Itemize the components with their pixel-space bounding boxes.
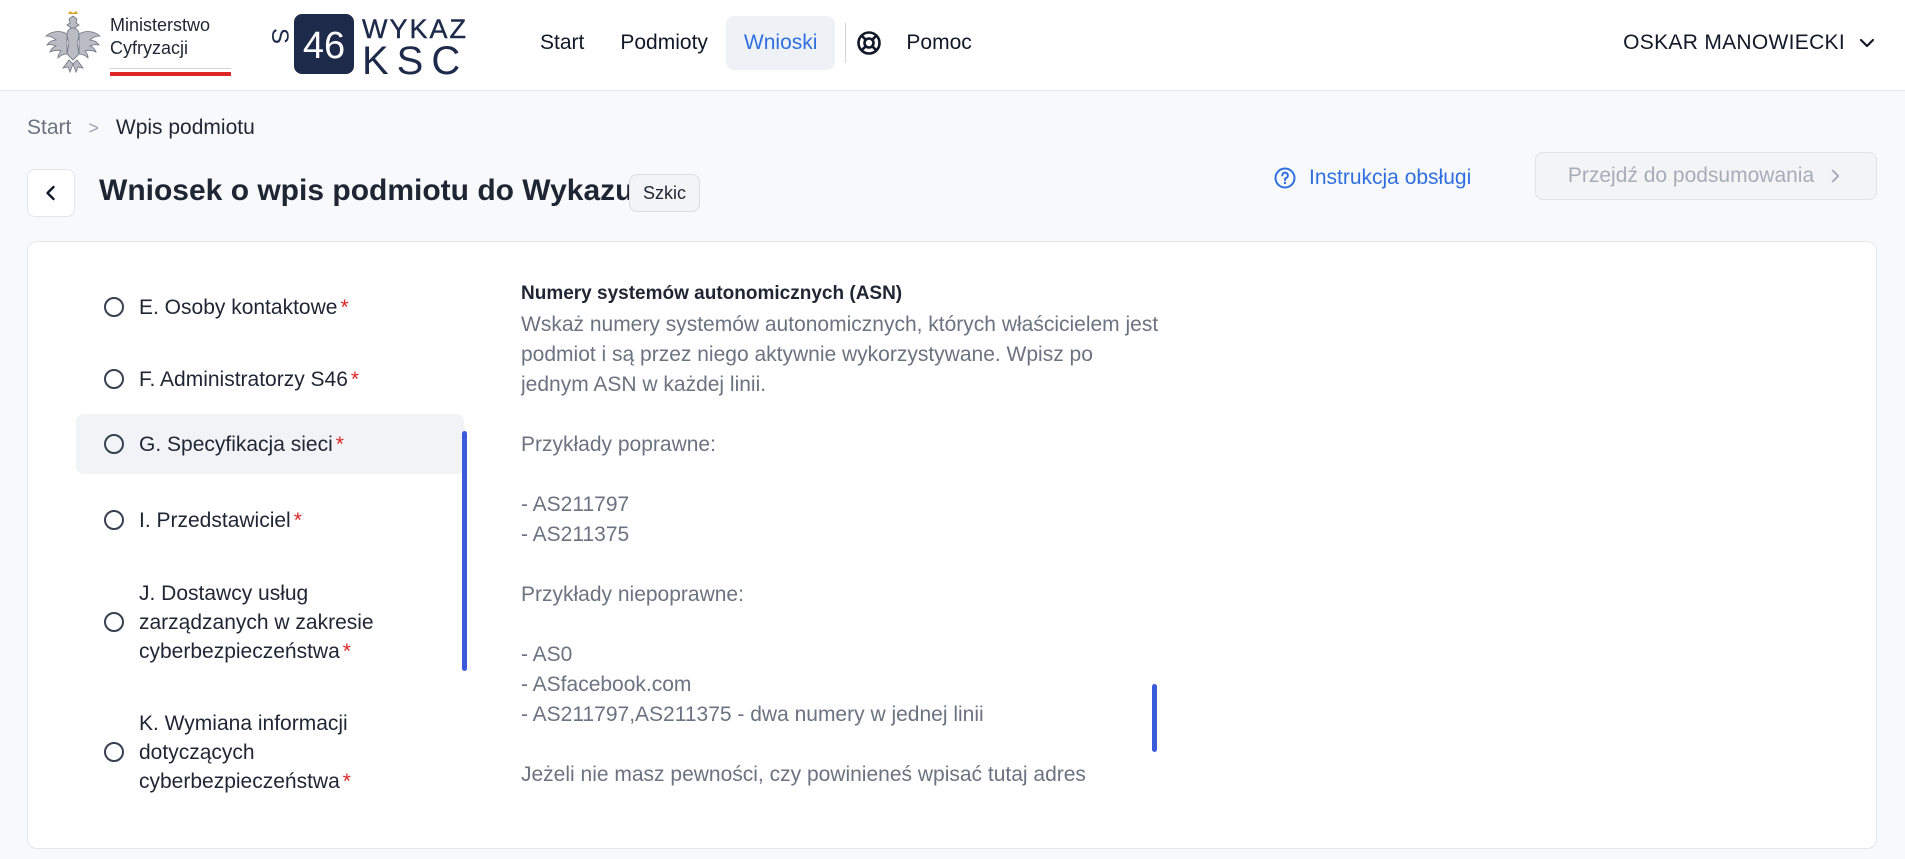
user-menu[interactable]: OSKAR MANOWIECKI [1623,22,1877,64]
logo-s-letter: S [266,28,293,44]
step-label: I. Przedstawiciel * [139,508,302,532]
nav-start[interactable]: Start [522,16,602,70]
go-to-summary-label: Przejdź do podsumowania [1567,164,1815,187]
step-label: F. Administratorzy S46 * [139,367,360,391]
back-button[interactable] [27,169,75,217]
breadcrumb-start[interactable]: Start [27,116,71,140]
step-radio-icon [104,510,124,530]
required-asterisk: * [342,769,351,793]
page-title: Wniosek o wpis podmiotu do Wykazu [99,174,634,207]
go-to-summary-button[interactable]: Przejdź do podsumowania [1535,152,1877,200]
user-manual-link[interactable]: Instrukcja obsługi [1273,160,1471,196]
ministry-name-line2: Cyfryzacji [110,38,189,58]
user-name: OSKAR MANOWIECKI [1623,31,1845,54]
step-label: E. Osoby kontaktowe * [139,295,349,319]
step-radio-icon [104,434,124,454]
step-label: K. Wymiana informacji dotyczących cyberb… [139,711,351,793]
breadcrumb-current: Wpis podmiotu [115,116,255,139]
help-circle-icon [1274,167,1296,189]
logo-ksc-text: KSC [362,39,468,76]
field-description: Wskaż numery systemów autonomicznych, kt… [521,313,1159,786]
polish-flag-bar [110,68,231,76]
nav-wnioski[interactable]: Wnioski [725,16,836,70]
lifebuoy-icon [857,31,882,55]
steps-list[interactable]: E. Osoby kontaktowe * F. Administratorzy … [76,272,488,794]
step-item-k[interactable]: K. Wymiana informacji dotyczących cyberb… [104,702,464,794]
user-manual-label: Instrukcja obsługi [1309,166,1472,189]
step-item-f[interactable]: F. Administratorzy S46 * [104,344,464,414]
step-label: G. Specyfikacja sieci * [139,432,344,456]
main-nav: Start Podmioty Wnioski Pomoc [522,16,972,70]
required-asterisk: * [293,508,302,532]
breadcrumb: Start > Wpis podmiotu [27,116,255,140]
ministry-logo[interactable]: Ministerstwo Cyfryzacji [42,10,232,78]
wykaz-ksc-logo[interactable]: S 46 WYKAZ KSC [266,12,506,76]
step-radio-icon [104,612,124,632]
chevron-down-icon [1859,38,1875,48]
steps-scrollbar[interactable] [462,431,467,671]
required-asterisk: * [350,367,360,391]
step-radio-icon [104,369,124,389]
nav-divider [845,23,847,63]
field-content: Numery systemów autonomicznych (ASN) Wsk… [521,282,1161,802]
step-item-g[interactable]: G. Specyfikacja sieci * [76,414,464,474]
status-badge: Szkic [629,174,701,212]
field-title: Numery systemów autonomicznych (ASN) [521,283,903,304]
step-label: J. Dostawcy usług zarządzanych w zakresi… [139,581,374,663]
nav-podmioty[interactable]: Podmioty [602,16,726,70]
step-radio-icon [104,742,124,762]
nav-pomoc-label: Pomoc [906,31,972,54]
content-scrollbar[interactable] [1152,684,1157,752]
required-asterisk: * [340,295,349,319]
logo-46-text: 46 [303,25,345,67]
ministry-name-line1: Ministerstwo [110,15,211,35]
step-item-i[interactable]: I. Przedstawiciel * [104,485,464,555]
chevron-left-icon [46,185,55,201]
required-asterisk: * [335,432,344,456]
step-item-e[interactable]: E. Osoby kontaktowe * [104,272,464,342]
breadcrumb-separator: > [88,117,99,138]
polish-eagle-emblem-icon [44,11,102,74]
chevron-right-icon [1831,169,1840,183]
nav-pomoc[interactable]: Pomoc [856,16,972,70]
required-asterisk: * [342,639,351,663]
form-card: E. Osoby kontaktowe * F. Administratorzy … [27,241,1877,849]
top-navigation-bar: Ministerstwo Cyfryzacji S 46 WYKAZ KSC S… [0,0,1905,91]
step-radio-icon [104,297,124,317]
step-item-j[interactable]: J. Dostawcy usług zarządzanych w zakresi… [104,572,464,672]
ministry-name: Ministerstwo Cyfryzacji [110,14,210,60]
